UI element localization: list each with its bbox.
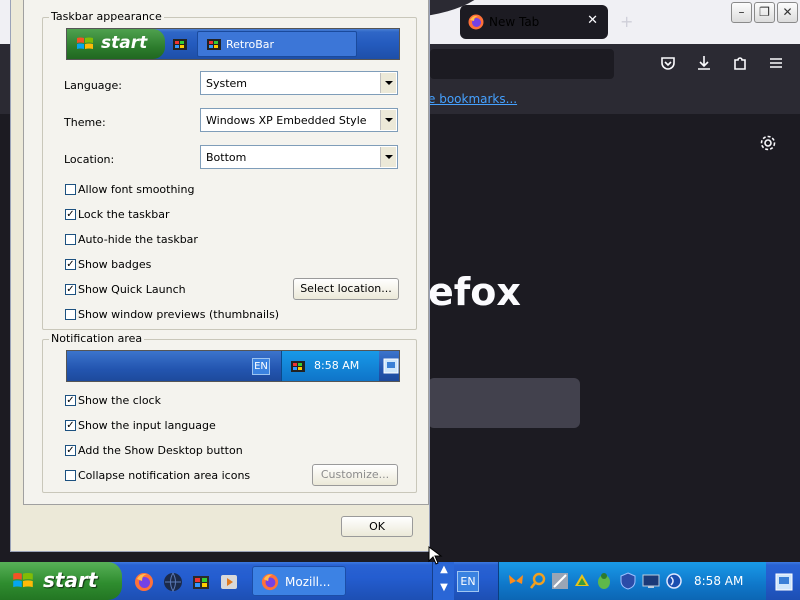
scroll-down-icon[interactable]: ▼ xyxy=(437,582,451,598)
chevron-down-icon[interactable] xyxy=(380,110,396,130)
select-location-button[interactable]: Select location... xyxy=(293,278,399,300)
checkbox-label: Allow font smoothing xyxy=(78,183,195,196)
new-tab-button[interactable]: + xyxy=(620,12,633,31)
retrobar-quicklaunch-icon xyxy=(173,39,187,50)
windows-flag-icon xyxy=(13,573,33,588)
taskbar-scroll-arrows: ▲ ▼ xyxy=(432,562,454,600)
bug-tray-icon[interactable] xyxy=(595,572,613,590)
language-value: System xyxy=(206,77,248,90)
checkbox-label: Show Quick Launch xyxy=(78,283,186,296)
preview-window-title: RetroBar xyxy=(226,38,275,51)
scroll-up-icon[interactable]: ▲ xyxy=(437,564,451,580)
preview-start-button: start xyxy=(67,29,165,59)
preview-tray: 8:58 AM xyxy=(281,351,379,381)
language-select[interactable]: System xyxy=(200,71,398,95)
show-desktop-icon xyxy=(383,358,399,374)
antivirus-tray-icon[interactable] xyxy=(573,572,591,590)
restore-button[interactable]: ❐ xyxy=(754,2,775,23)
taskbar-button-label: Mozill... xyxy=(285,575,331,589)
search-tray-icon[interactable] xyxy=(529,572,547,590)
checkbox-box[interactable] xyxy=(65,184,76,195)
taskbar-clock[interactable]: 8:58 AM xyxy=(694,574,743,588)
tab-label: New Tab xyxy=(489,15,540,29)
customize-button[interactable]: Customize... xyxy=(312,464,398,486)
app-quicklaunch-icon[interactable] xyxy=(191,572,211,592)
location-label: Location: xyxy=(64,153,115,166)
theme-select[interactable]: Windows XP Embedded Style xyxy=(200,108,398,132)
checkbox-label: Add the Show Desktop button xyxy=(78,444,243,457)
location-value: Bottom xyxy=(206,151,247,164)
checkbox-label: Lock the taskbar xyxy=(78,208,170,221)
butterfly-tray-icon[interactable] xyxy=(507,572,525,590)
windows-flag-icon xyxy=(77,37,93,49)
checkbox-box[interactable] xyxy=(65,234,76,245)
network-tray-icon[interactable] xyxy=(551,572,569,590)
minimize-button[interactable]: – xyxy=(731,2,752,23)
location-select[interactable]: Bottom xyxy=(200,145,398,169)
downloads-icon[interactable] xyxy=(694,54,714,74)
firefox-icon xyxy=(468,14,484,30)
checkbox-label: Collapse notification area icons xyxy=(78,469,251,482)
firefox-icon xyxy=(261,573,279,591)
checkbox-box[interactable]: ✓ xyxy=(65,445,76,456)
checkbox-label: Show the input language xyxy=(78,419,216,432)
start-label: start xyxy=(43,568,98,592)
chevron-down-icon[interactable] xyxy=(380,73,396,93)
checkbox-box[interactable]: ✓ xyxy=(65,395,76,406)
checkbox-box[interactable] xyxy=(65,470,76,481)
url-bar[interactable] xyxy=(430,49,614,79)
group-title: Notification area xyxy=(49,332,145,345)
firefox-wordmark: efox xyxy=(428,270,521,314)
retrobar-properties-dialog: Taskbar appearance start RetroBar Langua… xyxy=(10,0,430,552)
taskbar-preview: start RetroBar xyxy=(66,28,400,60)
checkbox-label: Auto-hide the taskbar xyxy=(78,233,198,246)
language-label: Language: xyxy=(64,79,122,92)
checkbox-box[interactable] xyxy=(65,309,76,320)
tab-close-icon[interactable]: ✕ xyxy=(587,13,598,28)
checkbox-box[interactable]: ✓ xyxy=(65,420,76,431)
chevron-down-icon[interactable] xyxy=(380,147,396,167)
monitor-tray-icon[interactable] xyxy=(642,572,660,590)
firefox-quicklaunch-icon[interactable] xyxy=(134,572,154,592)
manage-bookmarks-link[interactable]: e bookmarks... xyxy=(428,92,517,106)
ok-button[interactable]: OK xyxy=(341,516,413,537)
theme-value: Windows XP Embedded Style xyxy=(206,114,367,127)
checkbox-label: Show the clock xyxy=(78,394,161,407)
group-title: Taskbar appearance xyxy=(49,10,164,23)
media-player-quicklaunch-icon[interactable] xyxy=(219,572,239,592)
mouse-cursor-icon xyxy=(428,546,443,565)
checkbox-label: Show badges xyxy=(78,258,152,271)
start-button[interactable]: start xyxy=(0,562,122,600)
extensions-icon[interactable] xyxy=(730,54,750,74)
preview-start-label: start xyxy=(101,33,148,53)
shield-tray-icon[interactable] xyxy=(619,572,637,590)
windows-taskbar: start Mozill... ▲ ▼ EN 8:58 AM xyxy=(0,562,800,600)
pocket-icon[interactable] xyxy=(658,54,678,74)
retrobar-tray-icon xyxy=(291,361,305,372)
preview-window-button: RetroBar xyxy=(197,31,357,57)
show-desktop-icon[interactable] xyxy=(774,571,794,593)
checkbox-box[interactable]: ✓ xyxy=(65,284,76,295)
input-language-indicator[interactable]: EN xyxy=(457,571,479,592)
preview-input-language: EN xyxy=(252,358,270,375)
notification-area-preview: EN 8:58 AM xyxy=(66,350,400,382)
close-window-button[interactable]: ✕ xyxy=(777,2,798,23)
taskbar-button-firefox[interactable]: Mozill... xyxy=(252,566,346,596)
checkbox-box[interactable]: ✓ xyxy=(65,259,76,270)
retrobar-icon xyxy=(207,39,221,50)
tab-new-tab[interactable]: New Tab ✕ xyxy=(460,5,608,39)
gear-icon[interactable] xyxy=(759,134,777,157)
sync-tray-icon[interactable] xyxy=(665,572,683,590)
preview-clock: 8:58 AM xyxy=(314,359,360,372)
menu-icon[interactable] xyxy=(766,54,786,74)
newtab-search-box[interactable] xyxy=(428,378,580,428)
checkbox-box[interactable]: ✓ xyxy=(65,209,76,220)
globe-quicklaunch-icon[interactable] xyxy=(163,572,183,592)
dialog-content-panel: Taskbar appearance start RetroBar Langua… xyxy=(23,0,429,505)
theme-label: Theme: xyxy=(64,116,106,129)
checkbox-label: Show window previews (thumbnails) xyxy=(78,308,280,321)
